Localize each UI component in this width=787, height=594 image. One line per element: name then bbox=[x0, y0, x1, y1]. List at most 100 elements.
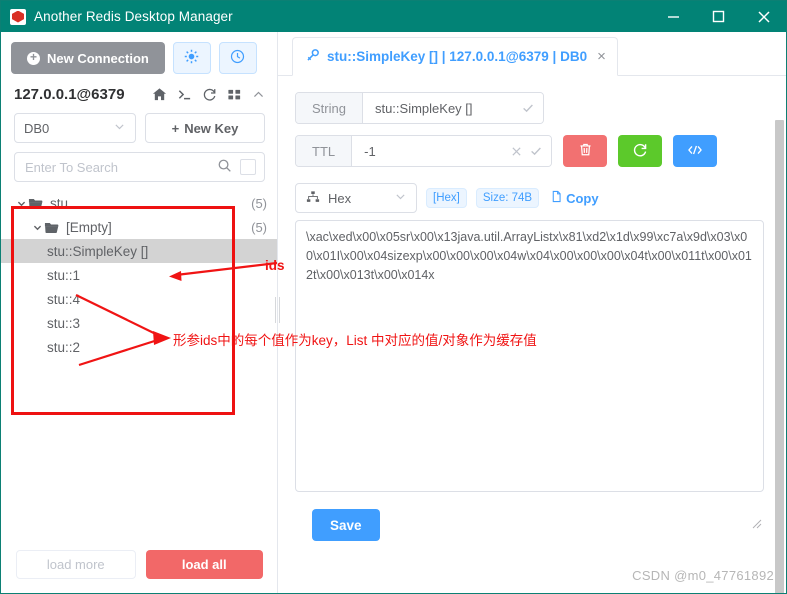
tree-item-count: (5) bbox=[251, 219, 267, 235]
main-scrollbar[interactable] bbox=[775, 120, 784, 593]
tree-key-row[interactable]: stu::SimpleKey [] bbox=[1, 239, 277, 263]
copy-button[interactable]: Copy bbox=[550, 190, 599, 206]
tree-item-label: [Empty] bbox=[66, 219, 112, 235]
tree-key-row[interactable]: stu::4 bbox=[1, 287, 277, 311]
key-name-input[interactable] bbox=[374, 100, 515, 116]
tree-item-label: stu::SimpleKey [] bbox=[47, 243, 149, 259]
tree-item-label: stu::2 bbox=[47, 339, 81, 355]
tree-key-row[interactable]: stu::1 bbox=[1, 263, 277, 287]
history-button[interactable] bbox=[218, 42, 257, 74]
delete-key-button[interactable] bbox=[563, 135, 608, 167]
gear-icon bbox=[184, 49, 199, 67]
terminal-icon[interactable] bbox=[177, 87, 192, 102]
tab-close-icon[interactable]: × bbox=[597, 49, 606, 64]
title-bar: Another Redis Desktop Manager bbox=[1, 1, 786, 32]
chevron-down-icon[interactable] bbox=[15, 198, 28, 209]
trash-icon bbox=[578, 142, 593, 160]
tab-label: stu::SimpleKey [] | 127.0.0.1@6379 | DB0 bbox=[327, 49, 588, 64]
code-view-button[interactable] bbox=[673, 135, 718, 167]
refresh-icon[interactable] bbox=[202, 87, 217, 102]
db-select-value: DB0 bbox=[24, 120, 50, 136]
plus-icon: + bbox=[27, 51, 40, 65]
plus-icon: + bbox=[171, 120, 180, 136]
code-icon bbox=[687, 143, 703, 160]
tree-item-label: stu::3 bbox=[47, 315, 81, 331]
check-icon[interactable] bbox=[529, 144, 543, 158]
search-icon[interactable] bbox=[217, 158, 232, 176]
refresh-key-button[interactable] bbox=[618, 135, 663, 167]
connection-name: 127.0.0.1@6379 bbox=[14, 86, 125, 103]
new-connection-button[interactable]: + New Connection bbox=[11, 42, 165, 74]
app-title: Another Redis Desktop Manager bbox=[34, 9, 233, 24]
ttl-label: TTL bbox=[296, 136, 353, 166]
key-name-field bbox=[362, 93, 543, 123]
load-buttons-row: load more load all bbox=[1, 543, 277, 593]
ttl-field bbox=[352, 136, 552, 166]
application-window: Another Redis Desktop Manager + New Conn… bbox=[0, 0, 787, 594]
folder-icon bbox=[44, 220, 61, 235]
home-icon[interactable] bbox=[152, 87, 167, 102]
chevron-down-icon bbox=[394, 190, 407, 206]
load-all-button[interactable]: load all bbox=[145, 549, 263, 579]
search-row bbox=[14, 152, 265, 182]
format-badge: [Hex] bbox=[426, 188, 467, 208]
ttl-group: TTL bbox=[295, 135, 553, 167]
key-icon bbox=[306, 48, 320, 65]
hierarchy-icon bbox=[306, 190, 320, 207]
close-icon[interactable] bbox=[510, 145, 523, 158]
size-badge: Size: 74B bbox=[475, 188, 540, 208]
key-tree: stu (5) [Empty] (5) stu::SimpleKey [] stu::1 s… bbox=[1, 182, 277, 543]
tab-key-detail[interactable]: stu::SimpleKey [] | 127.0.0.1@6379 | DB0… bbox=[292, 37, 618, 76]
chevron-down-icon bbox=[113, 120, 126, 136]
main-pane: stu::SimpleKey [] | 127.0.0.1@6379 | DB0… bbox=[278, 32, 786, 593]
refresh-icon bbox=[632, 142, 648, 161]
chevron-up-icon[interactable] bbox=[252, 88, 265, 101]
maximize-button[interactable] bbox=[696, 1, 741, 32]
folder-icon bbox=[28, 196, 45, 211]
clock-icon bbox=[230, 49, 245, 67]
tab-strip: stu::SimpleKey [] | 127.0.0.1@6379 | DB0… bbox=[278, 32, 786, 76]
format-row: Hex [Hex] Size: 74B Copy bbox=[295, 183, 764, 213]
check-icon[interactable] bbox=[521, 101, 535, 115]
new-key-button[interactable]: + New Key bbox=[145, 113, 265, 143]
key-name-row: String bbox=[295, 92, 764, 124]
tree-key-row[interactable]: stu::2 bbox=[1, 335, 277, 359]
key-type-label: String bbox=[296, 93, 363, 123]
search-exact-checkbox[interactable] bbox=[240, 159, 256, 175]
chevron-down-icon[interactable] bbox=[31, 222, 44, 233]
db-row: DB0 + New Key bbox=[1, 109, 277, 143]
tree-item-count: (5) bbox=[251, 195, 267, 211]
key-name-group: String bbox=[295, 92, 544, 124]
document-icon bbox=[550, 190, 563, 206]
tree-folder-row[interactable]: stu (5) bbox=[1, 191, 277, 215]
tree-item-label: stu::1 bbox=[47, 267, 81, 283]
minimize-button[interactable] bbox=[651, 1, 696, 32]
new-connection-label: New Connection bbox=[47, 50, 149, 66]
connection-header: 127.0.0.1@6379 bbox=[1, 82, 277, 109]
ttl-input[interactable] bbox=[364, 143, 505, 159]
body-split: + New Connection 127.0.0.1@6379 DB0 + Ne… bbox=[1, 32, 786, 593]
redis-logo-icon bbox=[10, 8, 26, 25]
grid-icon[interactable] bbox=[227, 87, 242, 102]
close-button[interactable] bbox=[741, 1, 786, 32]
watermark: CSDN @m0_47761892 bbox=[632, 568, 774, 583]
tree-folder-row[interactable]: [Empty] (5) bbox=[1, 215, 277, 239]
sidebar-toolbar: + New Connection bbox=[1, 32, 277, 82]
key-detail-content: String TTL bbox=[278, 76, 786, 593]
search-input[interactable] bbox=[25, 159, 217, 175]
tree-item-label: stu::4 bbox=[47, 291, 81, 307]
save-button[interactable]: Save bbox=[312, 509, 380, 541]
settings-button[interactable] bbox=[172, 42, 211, 74]
new-key-label: New Key bbox=[184, 120, 239, 136]
copy-label: Copy bbox=[566, 190, 599, 206]
ttl-row: TTL bbox=[295, 135, 764, 167]
tree-key-row[interactable]: stu::3 bbox=[1, 311, 277, 335]
tree-item-label: stu bbox=[50, 195, 69, 211]
load-more-button[interactable]: load more bbox=[16, 549, 136, 579]
connection-actions bbox=[152, 87, 265, 102]
format-select[interactable]: Hex bbox=[295, 183, 417, 213]
sidebar-pane: + New Connection 127.0.0.1@6379 DB0 + Ne… bbox=[1, 32, 278, 593]
key-value-textarea[interactable]: \xac\xed\x00\x05sr\x00\x13java.util.Arra… bbox=[295, 220, 764, 492]
db-select[interactable]: DB0 bbox=[14, 113, 136, 143]
format-select-value: Hex bbox=[328, 190, 352, 206]
